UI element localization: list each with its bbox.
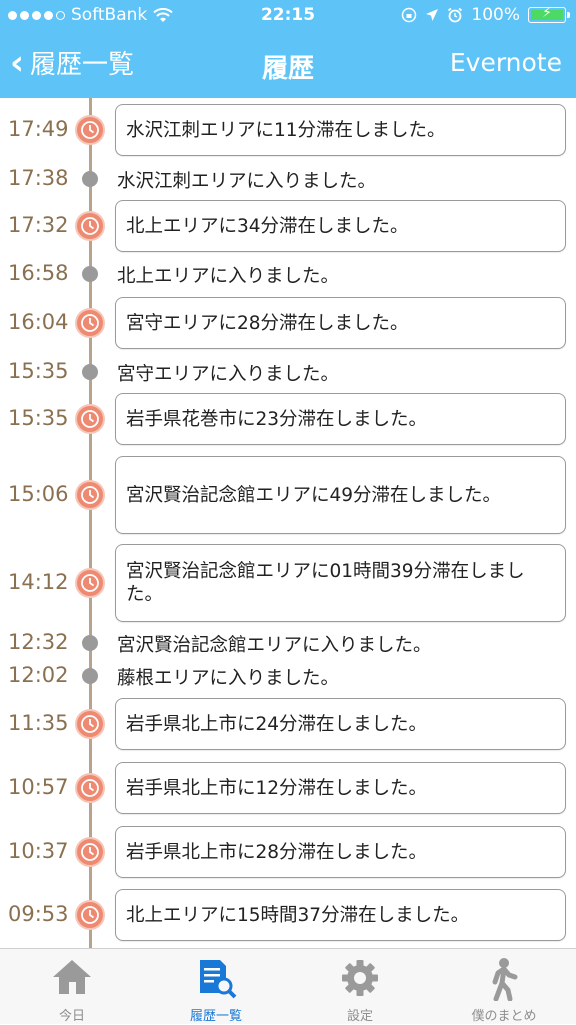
tab-today-label: 今日 — [58, 1009, 85, 1024]
tab-settings-label: 設定 — [346, 1009, 373, 1024]
timeline-time: 10:37 — [8, 839, 69, 863]
timeline-time: 17:32 — [8, 213, 69, 237]
timeline-time: 17:49 — [8, 117, 69, 141]
entry-text: 藤根エリアに入りました。 — [117, 668, 340, 689]
history-card[interactable]: 北上エリアに15時間37分滞在しました。 — [115, 889, 566, 941]
tab-settings[interactable]: 設定 — [288, 949, 432, 1025]
history-card[interactable]: 岩手県花巻市に23分滞在しました。 — [115, 393, 566, 445]
clock-icon — [75, 773, 105, 803]
evernote-button[interactable]: Evernote — [450, 48, 562, 77]
gear-icon — [342, 960, 378, 996]
history-card[interactable]: 宮沢賢治記念館エリアに01時間39分滞在しました。 — [115, 544, 566, 622]
tab-my-summary[interactable]: 僕のまとめ — [432, 949, 576, 1025]
entry-dot-icon — [82, 364, 98, 380]
clock-icon — [75, 115, 105, 145]
entry-text: 宮沢賢治記念館エリアに入りました。 — [117, 635, 432, 656]
tab-bar: 今日 履歴一覧 設定 僕のまとめ — [0, 948, 576, 1024]
timeline-time: 17:38 — [8, 166, 69, 190]
battery-icon: ⚡ — [528, 5, 570, 23]
history-card[interactable]: 岩手県北上市に12分滞在しました。 — [115, 762, 566, 814]
history-timeline[interactable]: 17:49 水沢江刺エリアに11分滞在しました。 17:38 水沢江刺エリアに入りまし… — [0, 98, 576, 948]
clock-icon — [75, 308, 105, 338]
history-card[interactable]: 岩手県北上市に24分滞在しました。 — [115, 698, 566, 750]
home-icon — [53, 960, 91, 994]
status-right: 100% ⚡ — [401, 5, 570, 25]
tab-history-list[interactable]: 履歴一覧 — [144, 949, 288, 1025]
clock-icon — [75, 837, 105, 867]
timeline-time: 15:06 — [8, 482, 69, 506]
entry-text: 水沢江刺エリアに入りました。 — [117, 171, 377, 192]
timeline-time: 16:04 — [8, 310, 69, 334]
entry-dot-icon — [82, 635, 98, 651]
clock-icon — [75, 211, 105, 241]
history-card[interactable]: 岩手県北上市に28分滞在しました。 — [115, 826, 566, 878]
tab-my-summary-label: 僕のまとめ — [471, 1009, 537, 1024]
clock-icon — [75, 709, 105, 739]
timeline-time: 10:57 — [8, 775, 69, 799]
orientation-lock-icon — [402, 7, 417, 23]
clock-icon — [75, 568, 105, 598]
entry-dot-icon — [82, 668, 98, 684]
location-arrow-icon — [426, 9, 439, 21]
tab-today[interactable]: 今日 — [0, 949, 144, 1025]
header: SoftBank 22:15 100% ⚡ ‹ 履歴一覧 履歴 Evernote — [0, 0, 576, 98]
timeline-time: 09:53 — [8, 902, 69, 926]
status-bar: SoftBank 22:15 100% ⚡ — [0, 0, 576, 32]
timeline-time: 15:35 — [8, 406, 69, 430]
alarm-icon — [448, 7, 463, 23]
timeline-time: 14:12 — [8, 570, 69, 594]
history-card[interactable]: 宮守エリアに28分滞在しました。 — [115, 297, 566, 349]
history-card[interactable]: 北上エリアに34分滞在しました。 — [115, 200, 566, 252]
history-card[interactable]: 水沢江刺エリアに11分滞在しました。 — [115, 104, 566, 156]
history-card[interactable]: 宮沢賢治記念館エリアに49分滞在しました。 — [115, 456, 566, 534]
entry-dot-icon — [82, 171, 98, 187]
clock-icon — [75, 480, 105, 510]
timeline-time: 11:35 — [8, 711, 69, 735]
walking-person-icon — [492, 958, 518, 1001]
timeline-time: 12:32 — [8, 630, 69, 654]
clock-icon — [75, 404, 105, 434]
battery-percent: 100% — [471, 5, 520, 25]
history-list-icon — [200, 960, 237, 999]
entry-text: 北上エリアに入りました。 — [117, 266, 340, 287]
clock-icon — [75, 900, 105, 930]
entry-text: 宮守エリアに入りました。 — [117, 364, 340, 385]
timeline-time: 12:02 — [8, 663, 69, 687]
timeline-time: 15:35 — [8, 359, 69, 383]
timeline-time: 16:58 — [8, 261, 69, 285]
tab-history-list-label: 履歴一覧 — [189, 1009, 242, 1024]
entry-dot-icon — [82, 266, 98, 282]
